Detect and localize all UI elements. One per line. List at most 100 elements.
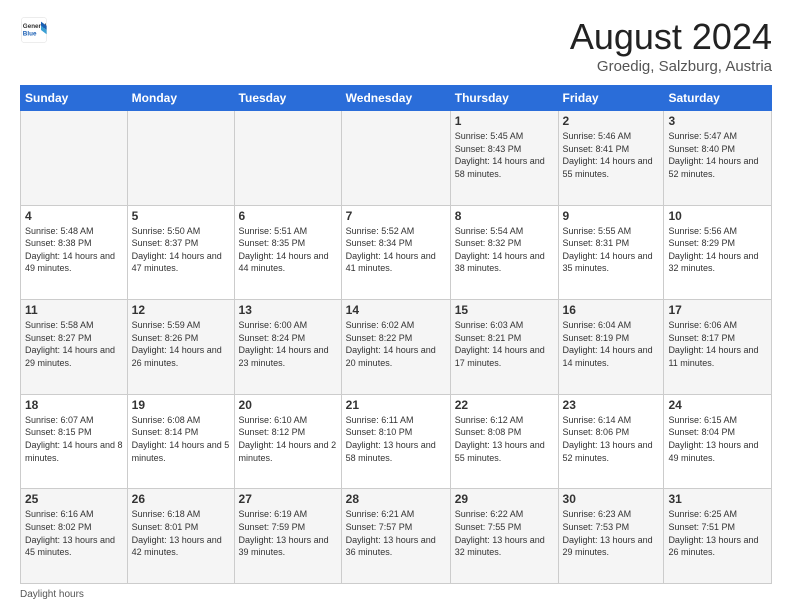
day-info: Sunrise: 6:10 AM Sunset: 8:12 PM Dayligh… bbox=[239, 414, 337, 464]
calendar-cell bbox=[127, 111, 234, 206]
calendar-cell: 12 Sunrise: 5:59 AM Sunset: 8:26 PM Dayli… bbox=[127, 300, 234, 395]
calendar: SundayMondayTuesdayWednesdayThursdayFrid… bbox=[20, 85, 772, 584]
calendar-cell: 10 Sunrise: 5:56 AM Sunset: 8:29 PM Dayli… bbox=[664, 205, 772, 300]
day-info: Sunrise: 6:15 AM Sunset: 8:04 PM Dayligh… bbox=[668, 414, 767, 464]
day-info: Sunrise: 6:19 AM Sunset: 7:59 PM Dayligh… bbox=[239, 508, 337, 558]
day-info: Sunrise: 5:47 AM Sunset: 8:40 PM Dayligh… bbox=[668, 130, 767, 180]
calendar-table: SundayMondayTuesdayWednesdayThursdayFrid… bbox=[20, 85, 772, 584]
calendar-cell: 28 Sunrise: 6:21 AM Sunset: 7:57 PM Dayli… bbox=[341, 489, 450, 584]
day-header-thursday: Thursday bbox=[450, 86, 558, 111]
footer-note: Daylight hours bbox=[20, 589, 772, 600]
day-number: 16 bbox=[563, 303, 660, 317]
day-info: Sunrise: 5:55 AM Sunset: 8:31 PM Dayligh… bbox=[563, 225, 660, 275]
logo: General Blue bbox=[20, 16, 48, 44]
day-header-saturday: Saturday bbox=[664, 86, 772, 111]
day-info: Sunrise: 6:06 AM Sunset: 8:17 PM Dayligh… bbox=[668, 319, 767, 369]
calendar-cell: 27 Sunrise: 6:19 AM Sunset: 7:59 PM Dayli… bbox=[234, 489, 341, 584]
day-info: Sunrise: 5:48 AM Sunset: 8:38 PM Dayligh… bbox=[25, 225, 123, 275]
day-info: Sunrise: 6:14 AM Sunset: 8:06 PM Dayligh… bbox=[563, 414, 660, 464]
day-info: Sunrise: 5:45 AM Sunset: 8:43 PM Dayligh… bbox=[455, 130, 554, 180]
day-info: Sunrise: 6:03 AM Sunset: 8:21 PM Dayligh… bbox=[455, 319, 554, 369]
day-number: 6 bbox=[239, 209, 337, 223]
day-number: 29 bbox=[455, 492, 554, 506]
day-number: 30 bbox=[563, 492, 660, 506]
calendar-cell: 21 Sunrise: 6:11 AM Sunset: 8:10 PM Dayli… bbox=[341, 394, 450, 489]
calendar-cell bbox=[234, 111, 341, 206]
calendar-cell: 17Sunrise: 6:06 AM Sunset: 8:17 PM Dayli… bbox=[664, 300, 772, 395]
calendar-cell: 15 Sunrise: 6:03 AM Sunset: 8:21 PM Dayli… bbox=[450, 300, 558, 395]
day-number: 28 bbox=[346, 492, 446, 506]
week-row-4: 18 Sunrise: 6:07 AM Sunset: 8:15 PM Dayli… bbox=[21, 394, 772, 489]
day-info: Sunrise: 6:22 AM Sunset: 7:55 PM Dayligh… bbox=[455, 508, 554, 558]
day-number: 9 bbox=[563, 209, 660, 223]
day-info: Sunrise: 5:52 AM Sunset: 8:34 PM Dayligh… bbox=[346, 225, 446, 275]
day-number: 1 bbox=[455, 114, 554, 128]
calendar-cell: 26 Sunrise: 6:18 AM Sunset: 8:01 PM Dayli… bbox=[127, 489, 234, 584]
calendar-cell: 9 Sunrise: 5:55 AM Sunset: 8:31 PM Daylig… bbox=[558, 205, 664, 300]
logo-icon: General Blue bbox=[20, 16, 48, 44]
day-info: Sunrise: 5:51 AM Sunset: 8:35 PM Dayligh… bbox=[239, 225, 337, 275]
svg-text:Blue: Blue bbox=[23, 31, 37, 38]
calendar-cell: 18 Sunrise: 6:07 AM Sunset: 8:15 PM Dayli… bbox=[21, 394, 128, 489]
calendar-cell bbox=[21, 111, 128, 206]
day-number: 26 bbox=[132, 492, 230, 506]
day-info: Sunrise: 6:07 AM Sunset: 8:15 PM Dayligh… bbox=[25, 414, 123, 464]
day-number: 18 bbox=[25, 398, 123, 412]
calendar-cell bbox=[341, 111, 450, 206]
calendar-cell: 11Sunrise: 5:58 AM Sunset: 8:27 PM Dayli… bbox=[21, 300, 128, 395]
calendar-cell: 6 Sunrise: 5:51 AM Sunset: 8:35 PM Daylig… bbox=[234, 205, 341, 300]
calendar-cell: 2Sunrise: 5:46 AM Sunset: 8:41 PM Daylig… bbox=[558, 111, 664, 206]
day-number: 4 bbox=[25, 209, 123, 223]
calendar-title: August 2024 bbox=[570, 16, 772, 58]
day-info: Sunrise: 5:46 AM Sunset: 8:41 PM Dayligh… bbox=[563, 130, 660, 180]
calendar-cell: 16Sunrise: 6:04 AM Sunset: 8:19 PM Dayli… bbox=[558, 300, 664, 395]
page: General Blue August 2024 Groedig, Salzbu… bbox=[0, 0, 792, 612]
day-info: Sunrise: 6:11 AM Sunset: 8:10 PM Dayligh… bbox=[346, 414, 446, 464]
calendar-cell: 20 Sunrise: 6:10 AM Sunset: 8:12 PM Dayli… bbox=[234, 394, 341, 489]
calendar-cell: 25Sunrise: 6:16 AM Sunset: 8:02 PM Dayli… bbox=[21, 489, 128, 584]
calendar-cell: 13Sunrise: 6:00 AM Sunset: 8:24 PM Dayli… bbox=[234, 300, 341, 395]
day-info: Sunrise: 6:02 AM Sunset: 8:22 PM Dayligh… bbox=[346, 319, 446, 369]
day-number: 25 bbox=[25, 492, 123, 506]
day-info: Sunrise: 6:25 AM Sunset: 7:51 PM Dayligh… bbox=[668, 508, 767, 558]
calendar-cell: 3Sunrise: 5:47 AM Sunset: 8:40 PM Daylig… bbox=[664, 111, 772, 206]
day-info: Sunrise: 5:50 AM Sunset: 8:37 PM Dayligh… bbox=[132, 225, 230, 275]
day-number: 12 bbox=[132, 303, 230, 317]
calendar-cell: 5Sunrise: 5:50 AM Sunset: 8:37 PM Daylig… bbox=[127, 205, 234, 300]
calendar-cell: 31 Sunrise: 6:25 AM Sunset: 7:51 PM Dayli… bbox=[664, 489, 772, 584]
calendar-cell: 24 Sunrise: 6:15 AM Sunset: 8:04 PM Dayli… bbox=[664, 394, 772, 489]
day-header-sunday: Sunday bbox=[21, 86, 128, 111]
day-number: 21 bbox=[346, 398, 446, 412]
day-header-monday: Monday bbox=[127, 86, 234, 111]
day-number: 13 bbox=[239, 303, 337, 317]
day-info: Sunrise: 5:56 AM Sunset: 8:29 PM Dayligh… bbox=[668, 225, 767, 275]
week-row-1: 1 Sunrise: 5:45 AM Sunset: 8:43 PM Daylig… bbox=[21, 111, 772, 206]
day-number: 31 bbox=[668, 492, 767, 506]
day-header-friday: Friday bbox=[558, 86, 664, 111]
day-number: 19 bbox=[132, 398, 230, 412]
day-number: 27 bbox=[239, 492, 337, 506]
day-header-tuesday: Tuesday bbox=[234, 86, 341, 111]
day-number: 10 bbox=[668, 209, 767, 223]
week-row-2: 4 Sunrise: 5:48 AM Sunset: 8:38 PM Daylig… bbox=[21, 205, 772, 300]
calendar-cell: 19Sunrise: 6:08 AM Sunset: 8:14 PM Dayli… bbox=[127, 394, 234, 489]
calendar-cell: 14 Sunrise: 6:02 AM Sunset: 8:22 PM Dayli… bbox=[341, 300, 450, 395]
day-number: 22 bbox=[455, 398, 554, 412]
day-number: 15 bbox=[455, 303, 554, 317]
day-number: 24 bbox=[668, 398, 767, 412]
week-row-3: 11Sunrise: 5:58 AM Sunset: 8:27 PM Dayli… bbox=[21, 300, 772, 395]
calendar-cell: 4 Sunrise: 5:48 AM Sunset: 8:38 PM Daylig… bbox=[21, 205, 128, 300]
title-block: August 2024 Groedig, Salzburg, Austria bbox=[570, 16, 772, 75]
day-number: 14 bbox=[346, 303, 446, 317]
day-info: Sunrise: 6:18 AM Sunset: 8:01 PM Dayligh… bbox=[132, 508, 230, 558]
day-info: Sunrise: 5:59 AM Sunset: 8:26 PM Dayligh… bbox=[132, 319, 230, 369]
day-info: Sunrise: 6:21 AM Sunset: 7:57 PM Dayligh… bbox=[346, 508, 446, 558]
header: General Blue August 2024 Groedig, Salzbu… bbox=[20, 16, 772, 75]
day-number: 20 bbox=[239, 398, 337, 412]
day-info: Sunrise: 5:58 AM Sunset: 8:27 PM Dayligh… bbox=[25, 319, 123, 369]
calendar-cell: 8Sunrise: 5:54 AM Sunset: 8:32 PM Daylig… bbox=[450, 205, 558, 300]
day-number: 7 bbox=[346, 209, 446, 223]
calendar-cell: 22Sunrise: 6:12 AM Sunset: 8:08 PM Dayli… bbox=[450, 394, 558, 489]
day-number: 8 bbox=[455, 209, 554, 223]
calendar-cell: 23Sunrise: 6:14 AM Sunset: 8:06 PM Dayli… bbox=[558, 394, 664, 489]
